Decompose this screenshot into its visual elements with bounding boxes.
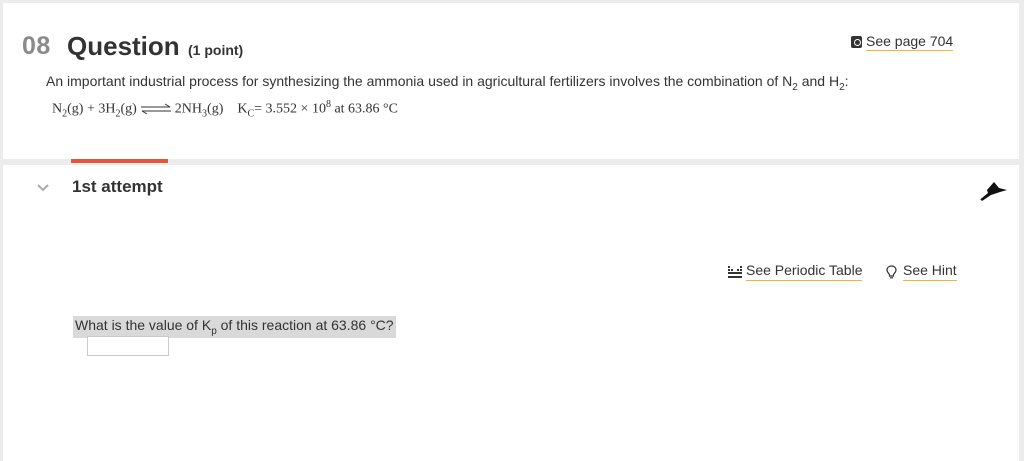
attempt-label: 1st attempt xyxy=(72,177,163,196)
question-title: Question xyxy=(67,31,180,61)
question-points: (1 point) xyxy=(188,42,244,58)
attempt-question: What is the value of Kp of this reaction… xyxy=(73,316,396,338)
attempt-panel xyxy=(3,165,1019,461)
see-page-label: See page 704 xyxy=(866,33,954,51)
see-page-link[interactable]: See page 704 xyxy=(851,33,954,51)
lightbulb-icon xyxy=(886,264,897,278)
see-periodic-table-link[interactable]: See Periodic Table xyxy=(728,262,863,281)
ebook-icon xyxy=(851,36,862,48)
question-prompt: An important industrial process for synt… xyxy=(46,73,849,93)
answer-input[interactable] xyxy=(87,336,169,356)
active-tab-indicator xyxy=(71,159,168,163)
periodic-table-icon xyxy=(728,265,742,278)
chevron-down-icon[interactable] xyxy=(37,183,49,193)
see-hint-label: See Hint xyxy=(903,262,957,281)
chemical-equation: N2(g) + 3H2(g) 2NH3(g) KC= 3.552 × 108 at… xyxy=(52,99,398,120)
question-number: 08 xyxy=(22,32,51,60)
see-periodic-table-label: See Periodic Table xyxy=(746,262,863,281)
see-hint-link[interactable]: See Hint xyxy=(886,262,957,281)
flag-icon[interactable] xyxy=(978,180,1008,202)
equilibrium-arrow-icon xyxy=(140,104,171,115)
